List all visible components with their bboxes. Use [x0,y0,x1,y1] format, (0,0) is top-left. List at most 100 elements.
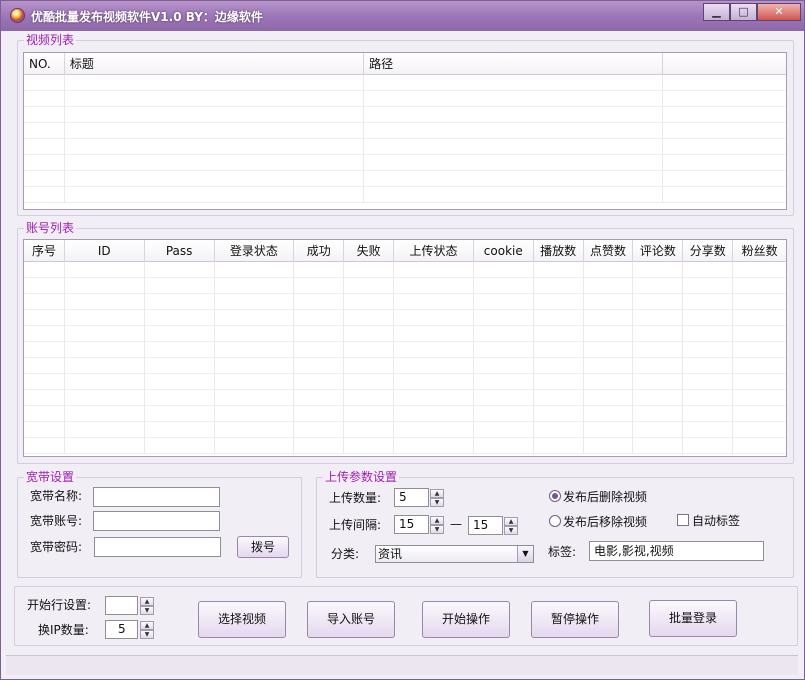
table-row[interactable] [24,390,786,406]
table-row[interactable] [24,91,786,107]
close-button[interactable]: ✕ [757,3,801,21]
upload-interval-max-stepper[interactable]: ▲ ▼ [504,517,518,535]
app-logo-icon [10,8,25,23]
account-table[interactable]: 序号 ID Pass 登录状态 成功 失败 上传状态 cookie 播放数 点赞… [23,239,787,457]
upload-count-stepper[interactable]: ▲ ▼ [430,489,444,507]
category-select[interactable]: 资讯 ▼ [375,545,534,563]
title-bar[interactable]: 优酷批量发布视频软件V1.0 BY：边缘软件 ▁ □ ✕ [1,1,804,31]
start-operation-button[interactable]: 开始操作 [422,601,510,638]
spin-down-icon[interactable]: ▼ [140,606,154,615]
column-header-no[interactable]: NO. [24,53,65,75]
table-row[interactable] [24,294,786,310]
auto-tag-checkbox[interactable] [677,514,689,526]
account-table-header: 序号 ID Pass 登录状态 成功 失败 上传状态 cookie 播放数 点赞… [24,240,786,262]
table-row[interactable] [24,438,786,454]
table-cell [294,326,345,342]
table-cell [394,438,474,454]
spin-up-icon[interactable]: ▲ [430,516,444,525]
pause-operation-button[interactable]: 暂停操作 [531,601,619,638]
broadband-account-input[interactable] [93,511,220,531]
table-row[interactable] [24,171,786,187]
ip-count-input[interactable]: 5 [105,620,138,639]
table-row[interactable] [24,374,786,390]
table-row[interactable] [24,139,786,155]
table-cell [344,342,395,358]
table-row[interactable] [24,75,786,91]
upload-interval-max-input[interactable]: 15 [468,516,503,535]
spin-down-icon[interactable]: ▼ [430,525,444,534]
column-header-comments[interactable]: 评论数 [633,240,684,262]
column-header-index[interactable]: 序号 [24,240,65,262]
table-row[interactable] [24,107,786,123]
select-video-button[interactable]: 选择视频 [198,601,286,638]
video-table[interactable]: NO. 标题 路径 [23,52,787,210]
dial-button[interactable]: 拨号 [237,536,289,558]
column-header-upload-status[interactable]: 上传状态 [394,240,474,262]
table-cell [344,310,395,326]
table-cell [215,358,295,374]
chevron-down-icon[interactable]: ▼ [517,546,533,562]
column-header-title[interactable]: 标题 [65,53,365,75]
upload-interval-min-stepper[interactable]: ▲ ▼ [430,516,444,534]
table-cell [663,155,786,171]
spin-up-icon[interactable]: ▲ [430,489,444,498]
table-cell [474,342,534,358]
column-header-pass[interactable]: Pass [145,240,215,262]
table-row[interactable] [24,155,786,171]
column-header-plays[interactable]: 播放数 [534,240,584,262]
column-header-path[interactable]: 路径 [364,53,664,75]
batch-login-button[interactable]: 批量登录 [649,600,737,637]
table-cell [65,310,145,326]
table-row[interactable] [24,278,786,294]
minimize-button[interactable]: ▁ [703,3,730,21]
app-window: 优酷批量发布视频软件V1.0 BY：边缘软件 ▁ □ ✕ 视频列表 NO. 标题… [0,0,805,680]
column-header-id[interactable]: ID [65,240,145,262]
broadband-password-input[interactable] [94,537,221,557]
radio-move-after-publish[interactable] [549,515,561,527]
spin-up-icon[interactable]: ▲ [140,621,154,630]
spin-down-icon[interactable]: ▼ [504,526,518,535]
table-row[interactable] [24,187,786,203]
column-header-likes[interactable]: 点赞数 [584,240,634,262]
table-row[interactable] [24,310,786,326]
start-row-stepper[interactable]: ▲ ▼ [140,597,154,615]
column-header-shares[interactable]: 分享数 [683,240,734,262]
spin-down-icon[interactable]: ▼ [430,498,444,507]
start-row-input[interactable] [105,596,138,615]
table-row[interactable] [24,422,786,438]
maximize-button[interactable]: □ [730,3,757,21]
table-cell [394,278,474,294]
auto-tag-label[interactable]: 自动标签 [692,514,740,528]
spin-down-icon[interactable]: ▼ [140,630,154,639]
tags-input[interactable]: 电影,影视,视频 [589,541,764,561]
table-row[interactable] [24,326,786,342]
table-row[interactable] [24,358,786,374]
ip-count-stepper[interactable]: ▲ ▼ [140,621,154,639]
table-row[interactable] [24,342,786,358]
column-header-login-status[interactable]: 登录状态 [215,240,295,262]
import-account-button[interactable]: 导入账号 [307,601,395,638]
radio-delete-after-publish[interactable] [549,490,561,502]
table-cell [145,438,215,454]
radio-delete-label[interactable]: 发布后删除视频 [563,490,647,504]
table-row[interactable] [24,406,786,422]
spin-up-icon[interactable]: ▲ [140,597,154,606]
spin-up-icon[interactable]: ▲ [504,517,518,526]
table-cell [65,91,365,107]
radio-move-label[interactable]: 发布后移除视频 [563,515,647,529]
upload-count-input[interactable]: 5 [394,488,429,507]
table-cell [24,342,65,358]
broadband-name-input[interactable] [93,487,220,507]
column-header-empty[interactable] [663,53,786,75]
table-cell [394,326,474,342]
upload-interval-min-input[interactable]: 15 [394,515,429,534]
column-header-fail[interactable]: 失败 [344,240,395,262]
table-row[interactable] [24,123,786,139]
table-row[interactable] [24,262,786,278]
table-cell [364,75,664,91]
column-header-cookie[interactable]: cookie [474,240,534,262]
column-header-fans[interactable]: 粉丝数 [733,240,786,262]
table-cell [584,422,634,438]
column-header-success[interactable]: 成功 [294,240,345,262]
table-cell [534,342,584,358]
